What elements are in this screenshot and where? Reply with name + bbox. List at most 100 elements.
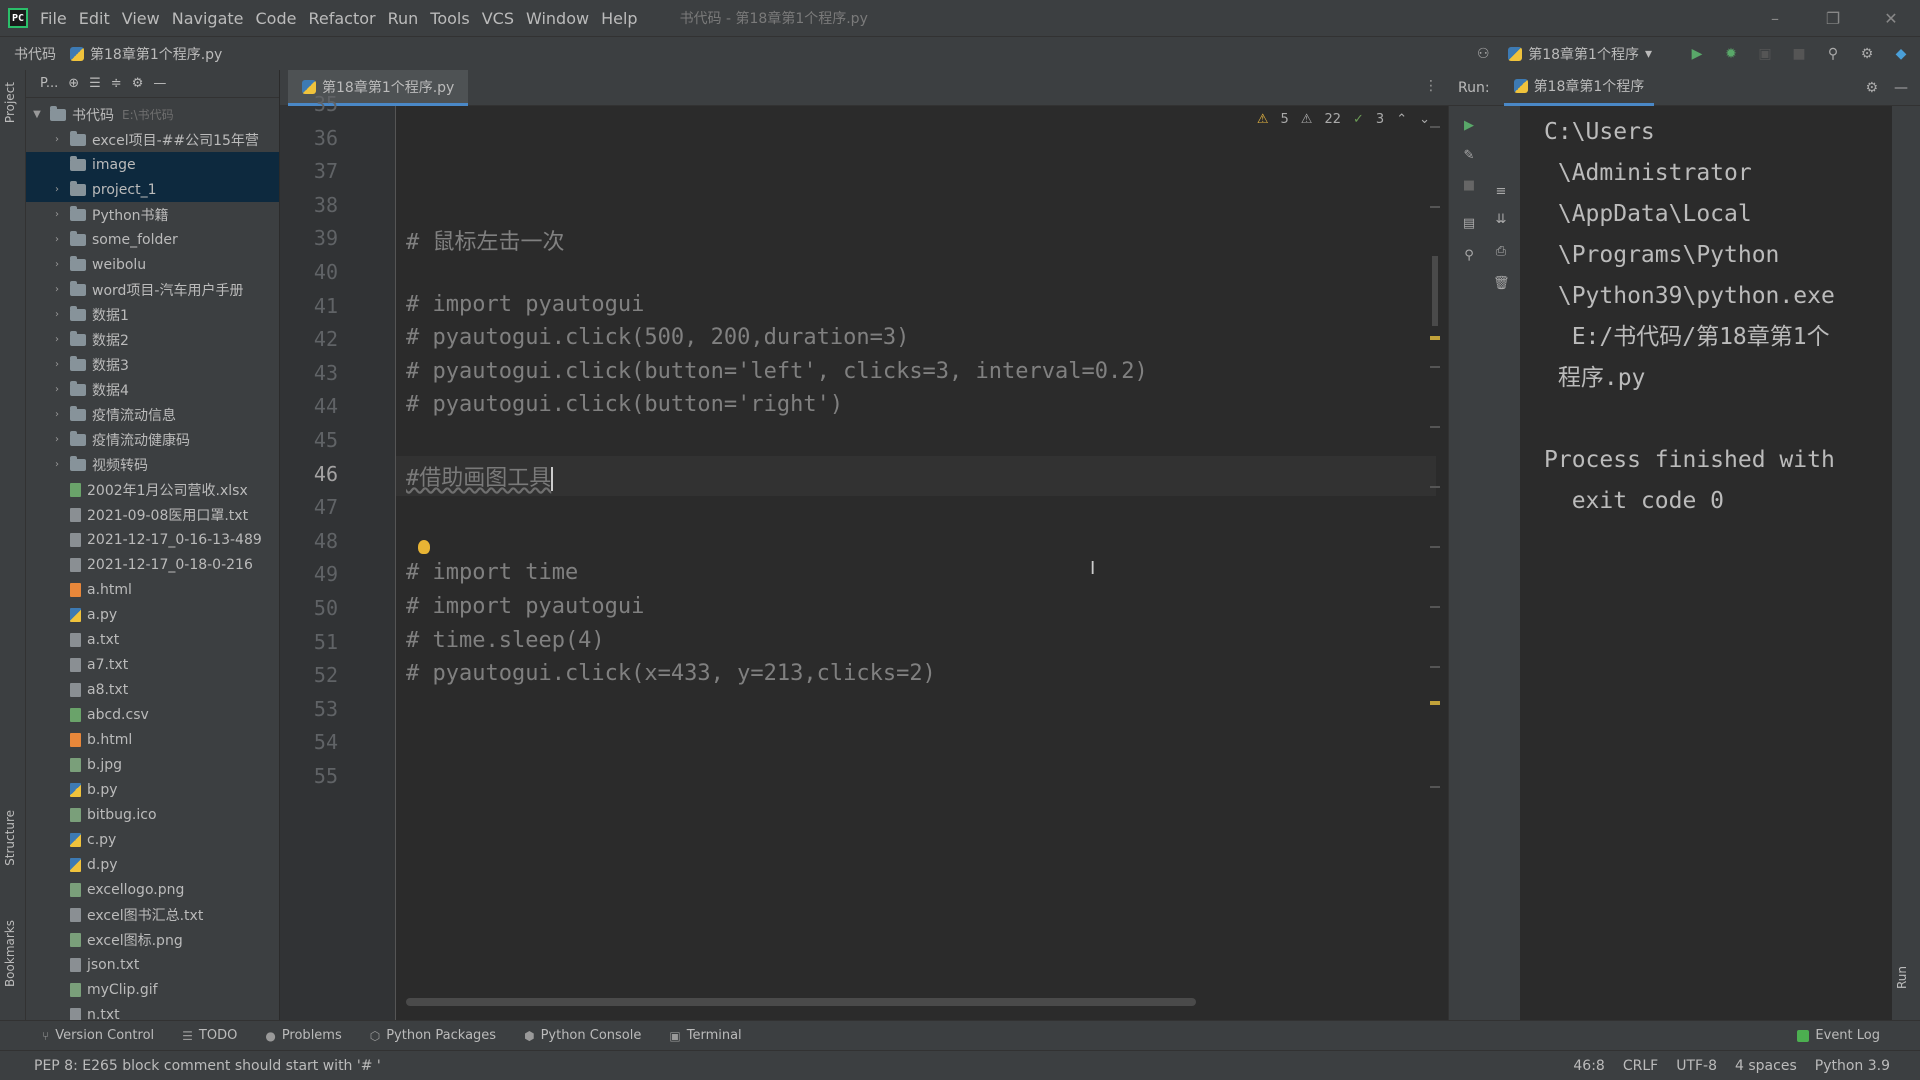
chevron-right-icon[interactable]: › [50, 359, 64, 370]
tree-file[interactable]: a.html [26, 577, 279, 602]
menu-view[interactable]: View [122, 9, 170, 28]
scroll-to-end-icon[interactable]: ⇊ [1493, 212, 1509, 228]
indent-setting[interactable]: 4 spaces [1735, 1058, 1797, 1074]
project-view-select[interactable]: P... [40, 76, 58, 91]
tool-tab-python-packages[interactable]: ⬡ Python Packages [370, 1028, 496, 1043]
inspection-widget[interactable]: ⚠ 5 ⚠ 22 ✓ 3 ⌃ ⌄ [1257, 112, 1430, 127]
code-line[interactable]: # pyautogui.click(button='right') [406, 392, 843, 417]
tree-file[interactable]: json.txt [26, 952, 279, 977]
code-line[interactable]: # pyautogui.click(500, 200,duration=3) [406, 325, 909, 350]
more-vertical-icon[interactable]: ⋮ [1424, 78, 1438, 94]
scrollbar-thumb[interactable] [1432, 256, 1438, 326]
tree-folder[interactable]: › 数据3 [26, 352, 279, 377]
breadcrumb-file[interactable]: 第18章第1个程序.py [70, 44, 222, 64]
tree-file[interactable]: 2002年1月公司营收.xlsx [26, 477, 279, 502]
caret-position[interactable]: 46:8 [1573, 1058, 1604, 1074]
tree-file[interactable]: a7.txt [26, 652, 279, 677]
structure-tool-tab[interactable]: Structure [3, 810, 17, 866]
tree-folder[interactable]: › 数据4 [26, 377, 279, 402]
run-icon[interactable]: ▶ [1688, 45, 1706, 63]
tree-folder[interactable]: › 视频转码 [26, 452, 279, 477]
project-tool-tab[interactable]: Project [3, 82, 17, 123]
line-separator[interactable]: CRLF [1623, 1058, 1658, 1074]
tree-folder[interactable]: › word项目-汽车用户手册 [26, 277, 279, 302]
update-icon[interactable]: ◆ [1892, 45, 1910, 63]
menu-navigate[interactable]: Navigate [172, 9, 254, 28]
run-config-select[interactable]: 第18章第1个程序 ▾ [1508, 44, 1652, 64]
warning-marker[interactable] [1430, 336, 1440, 340]
locate-icon[interactable]: ⊕ [68, 76, 79, 91]
run-tab[interactable]: 第18章第1个程序 [1503, 70, 1655, 106]
breadcrumb-project[interactable]: 书代码 [14, 44, 56, 64]
chevron-right-icon[interactable]: › [50, 134, 64, 145]
tree-file[interactable]: b.py [26, 777, 279, 802]
horizontal-scrollbar[interactable] [406, 998, 1196, 1006]
chevron-up-icon[interactable]: ⌃ [1396, 112, 1407, 127]
tree-file[interactable]: bitbug.ico [26, 802, 279, 827]
chevron-right-icon[interactable]: › [50, 409, 64, 420]
tree-folder[interactable]: › 疫情流动信息 [26, 402, 279, 427]
tree-file[interactable]: excel图标.png [26, 927, 279, 952]
chevron-down-icon[interactable]: ⌄ [1419, 112, 1430, 127]
tree-folder[interactable]: › excel项目-##公司15年营 [26, 127, 279, 152]
code-line[interactable]: # pyautogui.click(x=433, y=213,clicks=2) [406, 661, 936, 686]
chevron-right-icon[interactable]: › [50, 334, 64, 345]
wrench-icon[interactable]: ✎ [1461, 148, 1477, 164]
layout-icon[interactable]: ▤ [1461, 216, 1477, 232]
gear-icon[interactable]: ⚙ [1858, 45, 1876, 63]
hide-icon[interactable]: — [153, 76, 166, 91]
tree-file[interactable]: excel图书汇总.txt [26, 902, 279, 927]
vertical-scrollbar[interactable] [1430, 126, 1440, 986]
warning-marker[interactable] [1430, 701, 1440, 705]
menu-refactor[interactable]: Refactor [308, 9, 385, 28]
code-line[interactable]: # pyautogui.click(button='left', clicks=… [406, 359, 1148, 384]
search-icon[interactable]: ⚲ [1824, 45, 1842, 63]
soft-wrap-icon[interactable]: ≡ [1493, 184, 1509, 200]
run-console[interactable]: C:\Users \Administrator \AppData\Local \… [1520, 106, 1892, 1020]
rerun-icon[interactable]: ▶ [1461, 118, 1477, 134]
tree-folder[interactable]: › 疫情流动健康码 [26, 427, 279, 452]
chevron-right-icon[interactable]: › [50, 459, 64, 470]
tree-file[interactable]: d.py [26, 852, 279, 877]
tree-file[interactable]: 2021-12-17_0-18-0-216 [26, 552, 279, 577]
hide-icon[interactable]: — [1894, 80, 1908, 96]
tool-tab-version-control[interactable]: ⑂ Version Control [42, 1028, 154, 1043]
chevron-right-icon[interactable]: › [50, 234, 64, 245]
tree-folder[interactable]: › weibolu [26, 252, 279, 277]
menu-code[interactable]: Code [256, 9, 307, 28]
print-icon[interactable]: ⎙ [1493, 244, 1509, 260]
tree-folder[interactable]: › 数据1 [26, 302, 279, 327]
chevron-right-icon[interactable]: › [50, 434, 64, 445]
tree-file[interactable]: excellogo.png [26, 877, 279, 902]
collapse-all-icon[interactable]: ≑ [111, 76, 122, 91]
chevron-right-icon[interactable]: › [50, 284, 64, 295]
stop-icon[interactable]: ■ [1790, 45, 1808, 63]
tree-file[interactable]: a.py [26, 602, 279, 627]
menu-tools[interactable]: Tools [430, 9, 479, 28]
code-line[interactable]: # import pyautogui [406, 594, 644, 619]
code-line[interactable]: # import pyautogui [406, 292, 644, 317]
menu-file[interactable]: File [40, 9, 77, 28]
file-encoding[interactable]: UTF-8 [1676, 1058, 1717, 1074]
tool-tab-terminal[interactable]: ▣ Terminal [669, 1028, 741, 1043]
stop-icon[interactable]: ■ [1461, 178, 1477, 194]
menu-run[interactable]: Run [388, 9, 429, 28]
tool-tab-problems[interactable]: ● Problems [265, 1028, 341, 1043]
menu-vcs[interactable]: VCS [482, 9, 524, 28]
menu-help[interactable]: Help [601, 9, 647, 28]
lightbulb-icon[interactable] [418, 540, 430, 554]
code-line[interactable]: # time.sleep(4) [406, 628, 605, 653]
chevron-right-icon[interactable]: › [50, 209, 64, 220]
chevron-down-icon[interactable]: ▼ [30, 109, 44, 120]
tree-file[interactable]: b.html [26, 727, 279, 752]
trash-icon[interactable]: 🗑 [1493, 276, 1510, 292]
tree-folder[interactable]: › 数据2 [26, 327, 279, 352]
maximize-icon[interactable]: ❐ [1804, 0, 1862, 36]
code-line[interactable]: #借助画图工具 [406, 460, 554, 492]
tool-tab-todo[interactable]: ☰ TODO [182, 1028, 237, 1043]
gear-icon[interactable]: ⚙ [1865, 80, 1878, 96]
coverage-icon[interactable]: ▣ [1756, 45, 1774, 63]
tree-file[interactable]: myClip.gif [26, 977, 279, 1002]
tree-folder[interactable]: › project_1 [26, 177, 279, 202]
python-interpreter[interactable]: Python 3.9 [1815, 1058, 1890, 1074]
